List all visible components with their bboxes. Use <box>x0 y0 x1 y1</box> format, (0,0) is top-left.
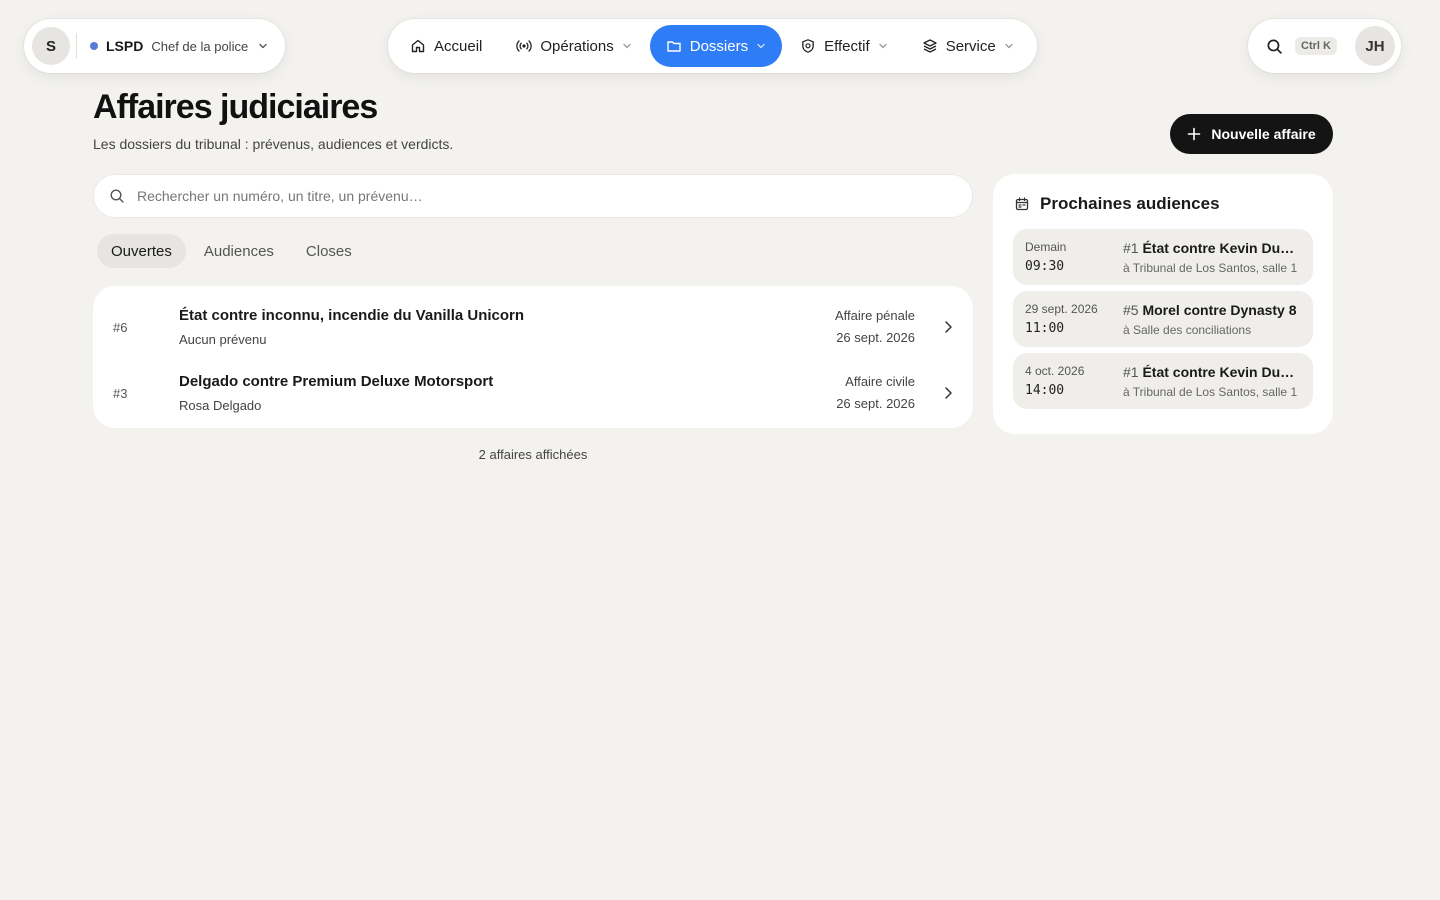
hearing-title: Morel contre Dynasty 8 <box>1142 301 1297 318</box>
layers-icon <box>923 39 937 53</box>
case-number: #3 <box>113 385 128 401</box>
case-search <box>93 174 973 218</box>
org-switcher[interactable]: S LSPD Chef de la police <box>24 19 285 73</box>
nav-label: Accueil <box>434 37 483 55</box>
case-type: Affaire pénale <box>835 308 915 323</box>
case-defendant: Rosa Delgado <box>179 398 262 413</box>
nav-label: Service <box>945 37 996 55</box>
hearing-item[interactable]: 29 sept. 2026 11:00 #5 Morel contre Dyna… <box>1013 291 1313 347</box>
hearing-time: 14:00 <box>1025 383 1065 398</box>
nav-item-dossiers[interactable]: Dossiers <box>649 25 783 67</box>
nav-item-effectif[interactable]: Effectif <box>784 25 904 67</box>
divider <box>76 33 77 59</box>
home-icon <box>411 39 425 53</box>
chevron-right-icon <box>945 321 952 333</box>
case-title: État contre inconnu, incendie du Vanilla… <box>179 307 525 324</box>
chevron-down-icon <box>259 43 267 49</box>
tab-closes[interactable]: Closes <box>292 234 366 268</box>
page-subtitle: Les dossiers du tribunal : prévenus, aud… <box>93 136 454 152</box>
main-nav: Accueil Opérations Dossiers Effectif Ser… <box>388 19 1037 73</box>
shortcut-badge: Ctrl K <box>1295 37 1337 55</box>
plus-icon <box>1188 127 1201 141</box>
card-title: Prochaines audiences <box>1040 194 1220 213</box>
hearing-case-number: #1 <box>1123 239 1139 256</box>
case-number: #6 <box>113 319 128 335</box>
hearing-title: État contre Kevin Duarte <box>1142 363 1301 380</box>
hearing-date: Demain <box>1025 240 1067 254</box>
shield-icon <box>802 39 814 53</box>
nav-label: Dossiers <box>689 37 749 55</box>
broadcast-icon <box>516 40 533 52</box>
calendar-icon <box>1015 197 1029 211</box>
nav-item-accueil[interactable]: Accueil <box>394 25 498 67</box>
hearing-time: 09:30 <box>1025 259 1065 274</box>
status-dot <box>90 42 98 50</box>
search-icon <box>110 189 124 203</box>
hearing-item[interactable]: Demain 09:30 #1 État contre Kevin Duarte… <box>1013 229 1313 285</box>
hearing-place: à Tribunal de Los Santos, salle 1 <box>1123 384 1298 399</box>
org-avatar: S <box>32 27 70 65</box>
toolbar-right: Ctrl K JH <box>1248 19 1401 73</box>
nav-label: Effectif <box>824 37 870 55</box>
chevron-down-icon <box>1005 43 1013 49</box>
chevron-down-icon <box>879 43 887 49</box>
case-row[interactable]: #6 État contre inconnu, incendie du Vani… <box>93 294 973 360</box>
user-avatar[interactable]: JH <box>1355 26 1395 66</box>
nav-item-operations[interactable]: Opérations <box>500 25 647 67</box>
case-date: 26 sept. 2026 <box>836 330 915 345</box>
hearing-item[interactable]: 4 oct. 2026 14:00 #1 État contre Kevin D… <box>1013 353 1313 409</box>
hearing-case-number: #1 <box>1123 363 1139 380</box>
case-list: #6 État contre inconnu, incendie du Vani… <box>93 286 973 428</box>
case-title: Delgado contre Premium Deluxe Motorsport <box>179 373 494 390</box>
org-role: Chef de la police <box>151 38 249 54</box>
search-icon[interactable] <box>1266 38 1283 55</box>
nav-label: Opérations <box>540 37 614 55</box>
upcoming-hearings-card: Prochaines audiences Demain 09:30 #1 Éta… <box>993 174 1333 434</box>
tab-ouvertes[interactable]: Ouvertes <box>97 234 186 268</box>
org-name: LSPD <box>106 38 144 54</box>
chevron-down-icon <box>623 43 631 49</box>
hearing-title: État contre Kevin Duarte <box>1142 239 1301 256</box>
case-defendant: Aucun prévenu <box>179 332 267 347</box>
folder-icon <box>667 41 681 52</box>
chevron-down-icon <box>757 43 765 49</box>
case-type: Affaire civile <box>845 374 915 389</box>
new-case-button[interactable]: Nouvelle affaire <box>1170 114 1333 154</box>
search-input[interactable] <box>137 188 957 204</box>
hearing-place: à Salle des conciliations <box>1123 322 1252 337</box>
case-date: 26 sept. 2026 <box>836 396 915 411</box>
chevron-right-icon <box>945 387 952 399</box>
hearing-time: 11:00 <box>1025 321 1065 336</box>
case-row[interactable]: #3 Delgado contre Premium Deluxe Motorsp… <box>93 360 973 426</box>
new-case-label: Nouvelle affaire <box>1211 126 1316 142</box>
page-title: Affaires judiciaires <box>93 88 378 126</box>
hearing-case-number: #5 <box>1123 301 1139 318</box>
hearing-date: 4 oct. 2026 <box>1025 364 1085 378</box>
hearing-date: 29 sept. 2026 <box>1025 302 1098 316</box>
tab-audiences[interactable]: Audiences <box>190 234 288 268</box>
hearing-place: à Tribunal de Los Santos, salle 1 <box>1123 260 1298 275</box>
case-count: 2 affaires affichées <box>478 447 588 462</box>
case-tabs: Ouvertes Audiences Closes <box>97 234 366 268</box>
nav-item-service[interactable]: Service <box>906 25 1030 67</box>
